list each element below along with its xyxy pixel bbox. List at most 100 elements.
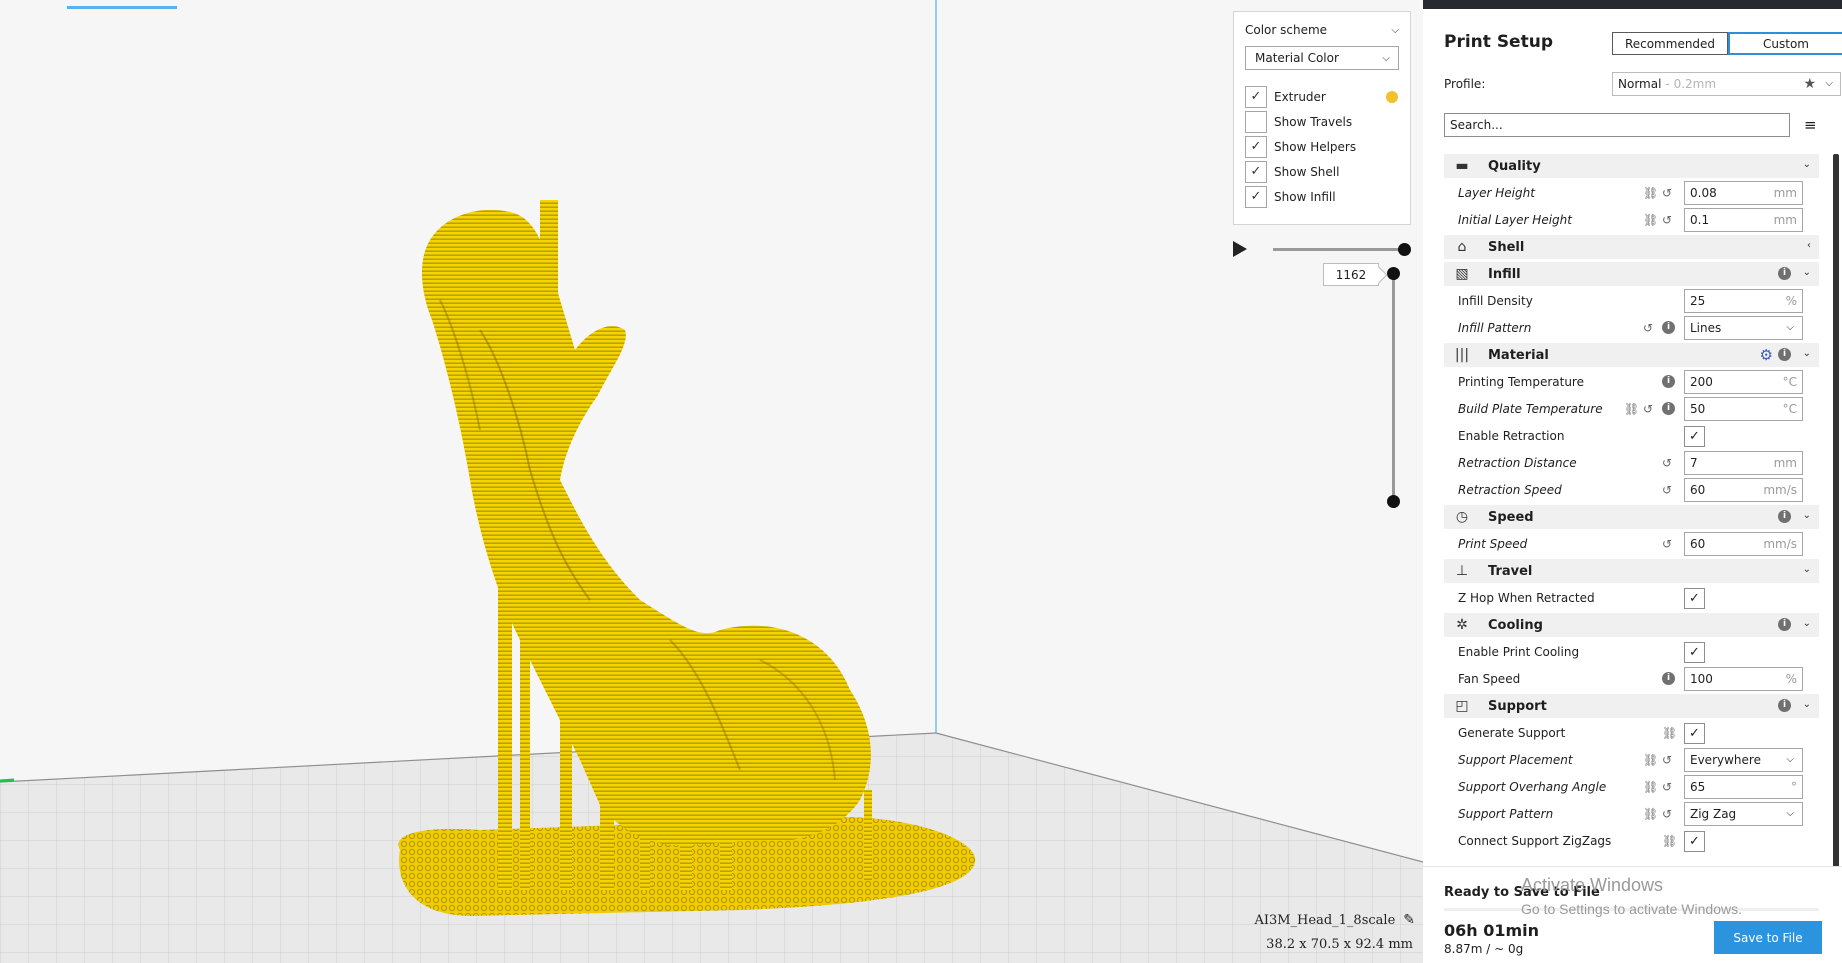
link-icon[interactable]: ⛓	[1643, 213, 1658, 227]
reset-icon[interactable]: ↺	[1662, 537, 1672, 551]
layer-slider-top-handle[interactable]	[1387, 267, 1400, 280]
category-travel[interactable]: ⊥ Travel ⌄	[1444, 559, 1819, 583]
reset-icon[interactable]: ↺	[1662, 807, 1672, 821]
recommended-mode-button[interactable]: Recommended	[1612, 32, 1728, 55]
setting-unit: °C	[1782, 375, 1797, 389]
checkmark-icon: ✓	[1250, 189, 1262, 204]
category-infill[interactable]: ▧ Infill i ⌄	[1444, 262, 1819, 286]
view-option-label: Show Shell	[1274, 164, 1340, 179]
setting-unit: °	[1791, 780, 1797, 794]
link-icon[interactable]: ⛓	[1643, 753, 1658, 767]
setting-input[interactable]: 200 °C	[1684, 370, 1803, 394]
category-speed[interactable]: ◷ Speed i ⌄	[1444, 505, 1819, 529]
setting-checkbox[interactable]: ✓	[1684, 426, 1705, 447]
profile-select[interactable]: Normal - 0.2mm ★ ⌵	[1612, 72, 1841, 96]
setting-checkbox[interactable]: ✓	[1684, 588, 1705, 609]
category-cooling[interactable]: ✲ Cooling i ⌄	[1444, 613, 1819, 637]
reset-icon[interactable]: ↺	[1662, 753, 1672, 767]
setting-row: Fan Speed i 100%	[1444, 667, 1819, 691]
view-option-checkbox[interactable]: ✓	[1245, 135, 1267, 158]
custom-mode-button[interactable]: Custom	[1728, 32, 1842, 55]
view-option-row[interactable]: ✓ Show Shell	[1245, 159, 1399, 184]
settings-scrollbar[interactable]	[1833, 154, 1839, 874]
settings-list: ▬ Quality ⌄ Layer Height ⛓ ↺ 0.08 mm Initial Lay…	[1444, 154, 1819, 856]
view-option-row[interactable]: Show Travels	[1245, 109, 1399, 134]
print-setup-sidebar: Print Setup Recommended Custom Profile: …	[1423, 0, 1842, 963]
category-quality[interactable]: ▬ Quality ⌄	[1444, 154, 1819, 178]
link-icon[interactable]: ⛓	[1643, 807, 1658, 821]
reset-icon[interactable]: ↺	[1643, 321, 1653, 335]
reset-icon[interactable]: ↺	[1662, 456, 1672, 470]
view-option-checkbox[interactable]: ✓	[1245, 85, 1267, 108]
info-icon[interactable]: i	[1662, 375, 1675, 388]
setting-input[interactable]: 60 mm/s	[1684, 532, 1803, 556]
link-icon[interactable]: ⛓	[1643, 186, 1658, 200]
category-support[interactable]: ◰ Support i ⌄	[1444, 694, 1819, 718]
reset-icon[interactable]: ↺	[1662, 483, 1672, 497]
menu-icon[interactable]: ≡	[1804, 116, 1817, 134]
star-icon[interactable]: ★	[1803, 76, 1816, 92]
path-slider-handle[interactable]	[1398, 243, 1411, 256]
setting-input[interactable]: 0.08 mm	[1684, 181, 1803, 205]
view-option-row[interactable]: ✓ Extruder	[1245, 84, 1399, 109]
setting-input[interactable]: 0.1 mm	[1684, 208, 1803, 232]
category-material[interactable]: ||| Material ⚙ i ⌄	[1444, 343, 1819, 367]
reset-icon[interactable]: ↺	[1662, 780, 1672, 794]
color-scheme-select[interactable]: Material Color ⌵	[1245, 46, 1399, 70]
view-options-list: ✓ Extruder Show Travels ✓ Show Helpers ✓ Show …	[1245, 84, 1399, 209]
setting-value: 7	[1690, 456, 1698, 470]
3d-viewport[interactable]: Color scheme ⌵ Material Color ⌵ ✓ Extrude…	[0, 0, 1423, 963]
print-time: 06h 01min	[1444, 921, 1540, 940]
object-name: AI3M_Head_1_8scale ✎	[1250, 912, 1415, 928]
view-option-checkbox[interactable]	[1245, 110, 1267, 133]
reset-icon[interactable]: ↺	[1662, 186, 1672, 200]
setting-input[interactable]: 100%	[1684, 667, 1803, 691]
link-icon[interactable]: ⛓	[1624, 402, 1639, 416]
view-option-checkbox[interactable]: ✓	[1245, 160, 1267, 183]
setting-dropdown[interactable]: Zig Zag ⌵	[1684, 802, 1803, 826]
view-option-checkbox[interactable]: ✓	[1245, 185, 1267, 208]
material-icon: |||	[1454, 347, 1470, 363]
setting-row: Retraction Distance ↺ 7 mm	[1444, 451, 1819, 475]
color-scheme-header[interactable]: Color scheme ⌵	[1245, 22, 1399, 38]
layer-slider-track[interactable]	[1392, 274, 1395, 502]
gear-icon[interactable]: ⚙	[1760, 346, 1773, 364]
setting-input[interactable]: 50 °C	[1684, 397, 1803, 421]
save-to-file-button[interactable]: Save to File	[1714, 921, 1822, 954]
setting-value: 25	[1690, 294, 1706, 308]
setting-input[interactable]: 60 mm/s	[1684, 478, 1803, 502]
view-indicator	[67, 6, 177, 9]
info-icon[interactable]: i	[1662, 321, 1675, 334]
pencil-icon[interactable]: ✎	[1403, 912, 1415, 928]
info-icon[interactable]: i	[1662, 402, 1675, 415]
view-option-row[interactable]: ✓ Show Infill	[1245, 184, 1399, 209]
model-body	[421, 209, 871, 846]
setting-dropdown[interactable]: Everywhere ⌵	[1684, 748, 1803, 772]
reset-icon[interactable]: ↺	[1662, 213, 1672, 227]
layer-number-input[interactable]: 1162	[1323, 263, 1379, 286]
setting-input[interactable]: 7 mm	[1684, 451, 1803, 475]
path-slider-track[interactable]	[1273, 248, 1407, 251]
link-icon[interactable]: ⛓	[1643, 780, 1658, 794]
chevron-down-icon: ⌵	[1786, 808, 1794, 819]
setting-unit: mm	[1773, 213, 1797, 227]
setting-unit: %	[1785, 294, 1797, 308]
setting-row: Support Overhang Angle ⛓ ↺ 65 °	[1444, 775, 1819, 799]
setting-checkbox[interactable]: ✓	[1684, 723, 1705, 744]
setting-checkbox[interactable]: ✓	[1684, 831, 1705, 852]
setting-input[interactable]: 25%	[1684, 289, 1803, 313]
chevron-down-icon: ⌵	[1825, 78, 1833, 89]
layer-slider-bottom-handle[interactable]	[1387, 495, 1400, 508]
reset-icon[interactable]: ↺	[1643, 402, 1653, 416]
link-icon[interactable]: ⛓	[1662, 834, 1677, 848]
setting-dropdown[interactable]: Lines ⌵	[1684, 316, 1803, 340]
view-option-row[interactable]: ✓ Show Helpers	[1245, 134, 1399, 159]
play-icon[interactable]	[1233, 241, 1247, 257]
setting-checkbox[interactable]: ✓	[1684, 642, 1705, 663]
category-shell[interactable]: ⌂ Shell ‹	[1444, 235, 1819, 259]
link-icon[interactable]: ⛓	[1662, 726, 1677, 740]
setting-input[interactable]: 65 °	[1684, 775, 1803, 799]
info-icon[interactable]: i	[1662, 672, 1675, 685]
settings-search-input[interactable]	[1444, 113, 1790, 137]
quality-icon: ▬	[1455, 158, 1469, 174]
